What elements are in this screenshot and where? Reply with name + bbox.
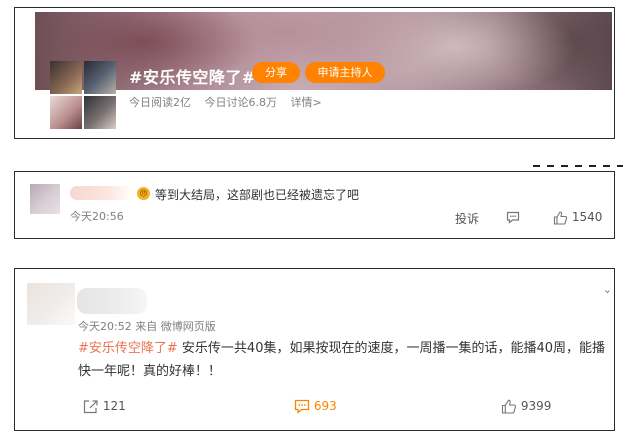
- username-blurred[interactable]: [70, 186, 134, 200]
- report-button[interactable]: 投诉: [455, 210, 479, 227]
- avatar[interactable]: [30, 184, 60, 214]
- angry-face-icon: 😠: [137, 187, 150, 200]
- like-button[interactable]: 9399: [501, 399, 551, 414]
- comment-time: 今天20:56: [70, 210, 124, 223]
- forward-icon: [83, 400, 98, 414]
- chevron-down-icon[interactable]: ⌄: [603, 283, 612, 296]
- comment-text: 等到大结局，这部剧也已经被遗忘了吧: [155, 188, 360, 202]
- thumbs-up-icon: [553, 210, 568, 225]
- forward-count: 121: [102, 399, 126, 413]
- reply-button[interactable]: [506, 210, 520, 224]
- topic-card: #安乐传空降了# 分享 申请主持人 今日阅读2亿 今日讨论6.8万 详情>: [14, 7, 615, 139]
- comment-card: 😠 等到大结局，这部剧也已经被遗忘了吧 今天20:56 投诉 1540: [14, 171, 615, 239]
- post-source: 来自 微博网页版: [135, 320, 216, 333]
- reads-count: 今日阅读2亿: [129, 96, 191, 109]
- post-card: ⌄ 今天20:52 来自 微博网页版 #安乐传空降了# 安乐传一共40集，如果按…: [14, 268, 615, 431]
- post-hashtag[interactable]: #安乐传空降了#: [78, 341, 178, 356]
- comment-icon: [294, 399, 310, 414]
- comment-count: 693: [313, 399, 337, 413]
- thumbnail-image: [84, 61, 116, 94]
- post-time[interactable]: 今天20:52: [78, 320, 132, 333]
- thumbs-up-icon: [501, 399, 516, 414]
- like-count: 1540: [571, 210, 603, 224]
- thumbnail-image: [50, 61, 82, 94]
- topic-thumbnails[interactable]: [50, 61, 116, 129]
- forward-button[interactable]: 121: [83, 399, 126, 414]
- comment-button[interactable]: 693: [294, 399, 337, 414]
- share-button[interactable]: 分享: [252, 62, 300, 83]
- avatar[interactable]: [27, 283, 75, 325]
- details-link[interactable]: 详情>: [291, 96, 322, 109]
- thumbnail-image: [50, 96, 82, 129]
- like-count: 9399: [520, 399, 552, 413]
- post-meta: 今天20:52 来自 微博网页版: [78, 318, 216, 334]
- post-body: #安乐传空降了# 安乐传一共40集，如果按现在的速度，一周播一集的话，能播40周…: [78, 337, 608, 383]
- username-blurred[interactable]: [77, 288, 147, 314]
- topic-stats: 今日阅读2亿 今日讨论6.8万 详情>: [129, 94, 332, 110]
- comment-icon: [506, 211, 520, 224]
- apply-host-button[interactable]: 申请主持人: [305, 62, 385, 83]
- topic-title[interactable]: #安乐传空降了#: [129, 64, 256, 88]
- thumbnail-image: [84, 96, 116, 129]
- dotted-divider: [533, 165, 623, 167]
- like-button[interactable]: 1540: [553, 210, 602, 225]
- discuss-count: 今日讨论6.8万: [204, 96, 278, 109]
